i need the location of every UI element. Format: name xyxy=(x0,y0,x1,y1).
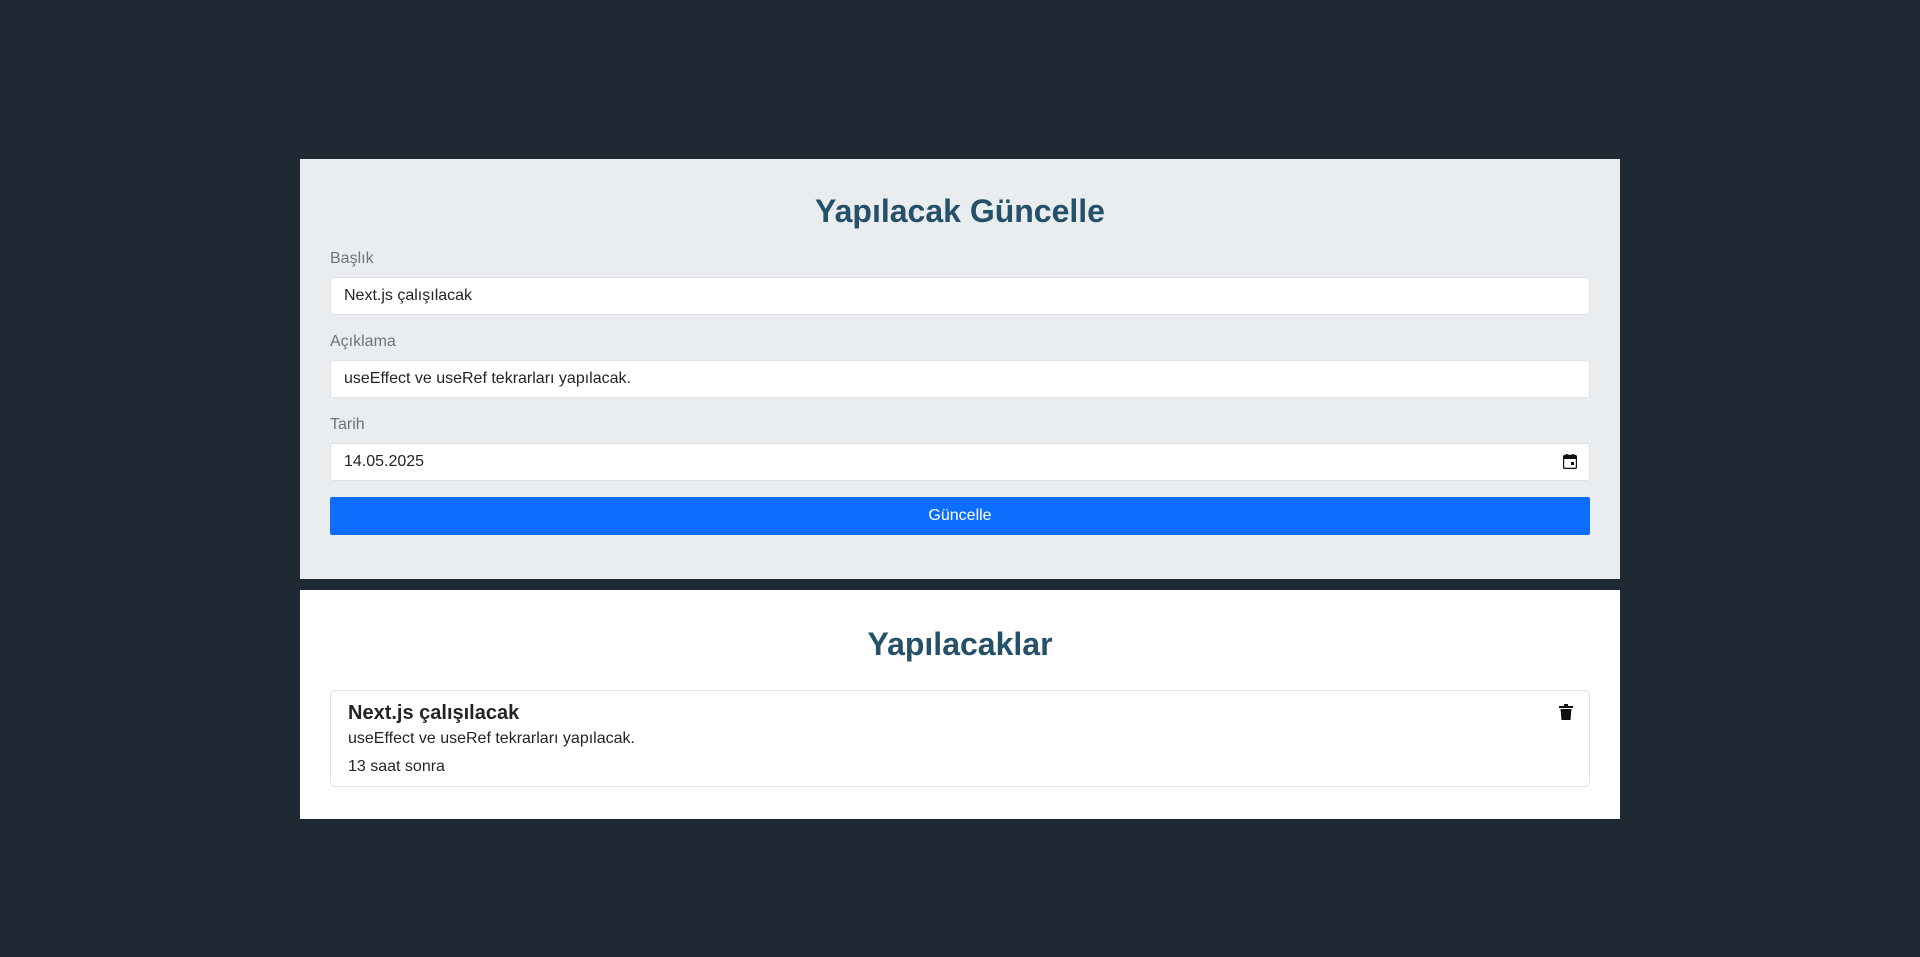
todo-list-heading: Yapılacaklar xyxy=(867,626,1053,662)
title-field xyxy=(330,277,1590,315)
todo-item: Next.js çalışılacak useEffect ve useRef … xyxy=(330,690,1590,787)
title-label: Başlık xyxy=(330,250,374,267)
description-field xyxy=(330,360,1590,398)
calendar-icon[interactable] xyxy=(1562,454,1578,470)
trash-icon[interactable] xyxy=(1559,704,1573,720)
description-input[interactable] xyxy=(331,361,1589,397)
update-form-card: Yapılacak Güncelle Başlık Açıklama Tarih… xyxy=(300,159,1620,579)
date-input[interactable] xyxy=(331,444,1589,480)
update-form-heading: Yapılacak Güncelle xyxy=(815,193,1105,229)
title-input[interactable] xyxy=(331,278,1589,314)
date-field xyxy=(330,443,1590,481)
description-label: Açıklama xyxy=(330,333,396,350)
todo-item-description: useEffect ve useRef tekrarları yapılacak… xyxy=(348,730,635,747)
todo-item-time: 13 saat sonra xyxy=(348,758,445,775)
todo-list-card: Yapılacaklar Next.js çalışılacak useEffe… xyxy=(300,590,1620,819)
todo-item-title: Next.js çalışılacak xyxy=(348,702,520,724)
update-button[interactable]: Güncelle xyxy=(330,497,1590,535)
date-label: Tarih xyxy=(330,416,365,433)
